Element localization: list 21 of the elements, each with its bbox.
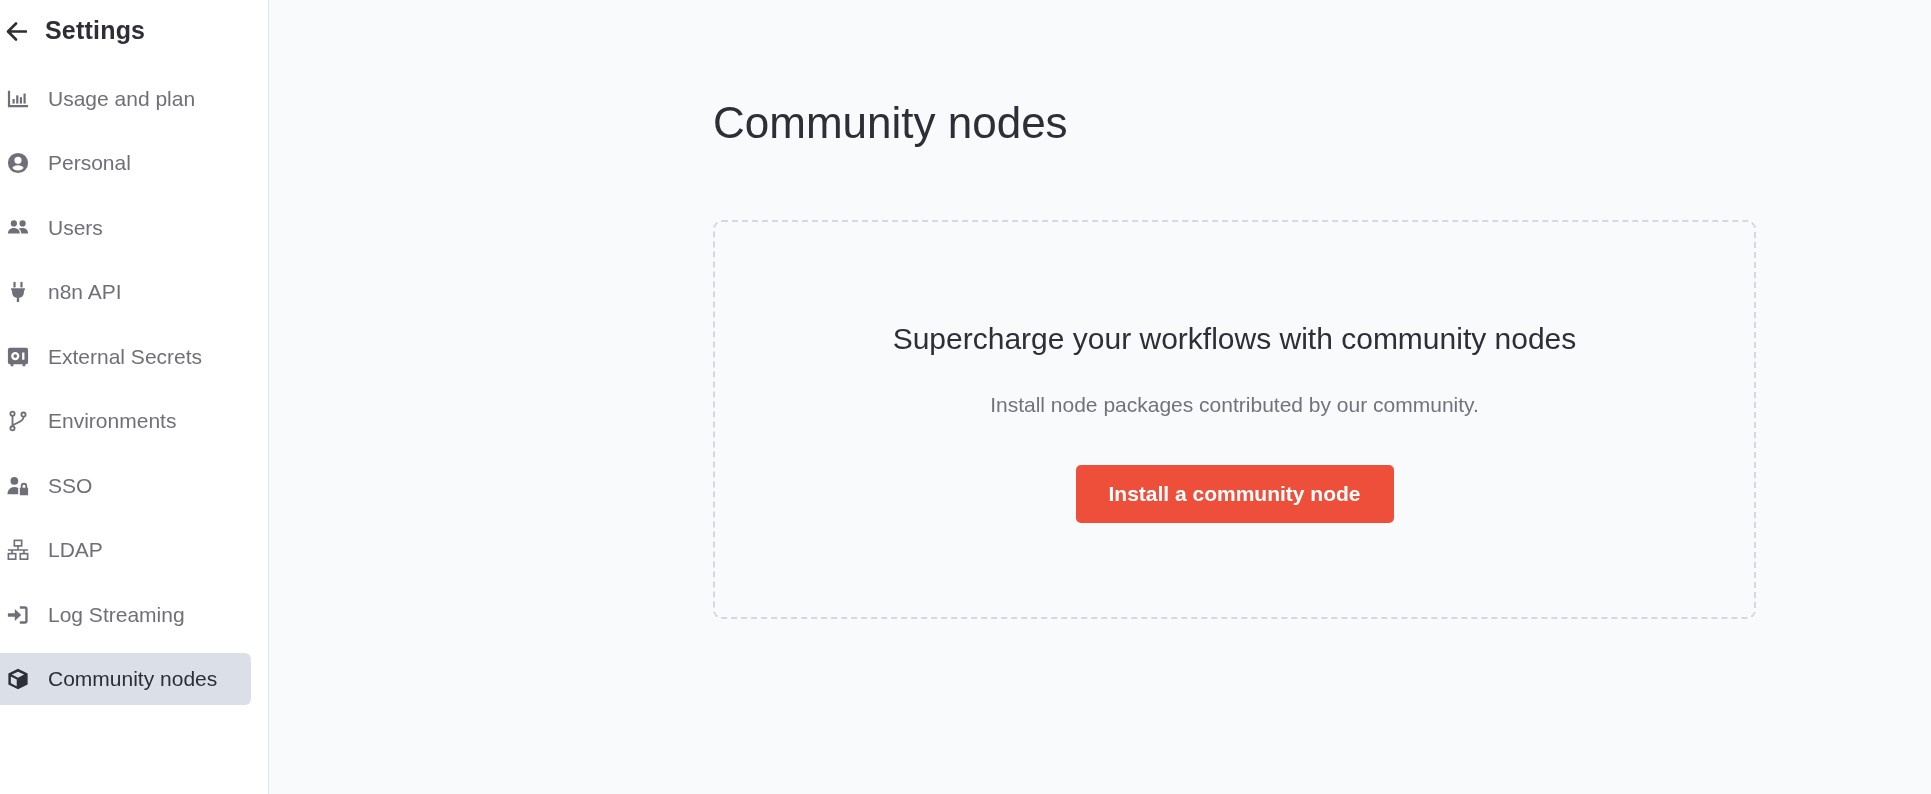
sidebar-item[interactable]: Community nodes (0, 653, 251, 705)
cube-icon (6, 668, 30, 690)
install-button[interactable]: Install a community node (1075, 465, 1394, 523)
sidebar-item[interactable]: Environments (0, 395, 251, 447)
sidebar-item[interactable]: Users (0, 201, 251, 254)
sidebar-item[interactable]: Usage and plan (0, 72, 251, 125)
safe-icon (6, 345, 30, 368)
sidebar-item[interactable]: External Secrets (0, 330, 251, 383)
user-lock-icon (6, 474, 30, 497)
sidebar-item[interactable]: SSO (0, 459, 251, 512)
back-arrow-icon[interactable] (6, 21, 27, 41)
sidebar-item[interactable]: Personal (0, 137, 251, 189)
sidebar-title: Settings (45, 15, 146, 47)
sidebar-item[interactable]: LDAP (0, 524, 251, 576)
sidebar-item[interactable]: Log Streaming (0, 588, 251, 641)
sign-in-icon (6, 603, 30, 626)
empty-state-heading: Supercharge your workflows with community nodes (892, 321, 1577, 357)
page-title: Community nodes (713, 97, 1068, 149)
sidebar-item[interactable]: n8n API (0, 266, 251, 318)
network-icon (6, 539, 30, 561)
empty-state-description: Install node packages contributed by our community. (990, 393, 1479, 416)
